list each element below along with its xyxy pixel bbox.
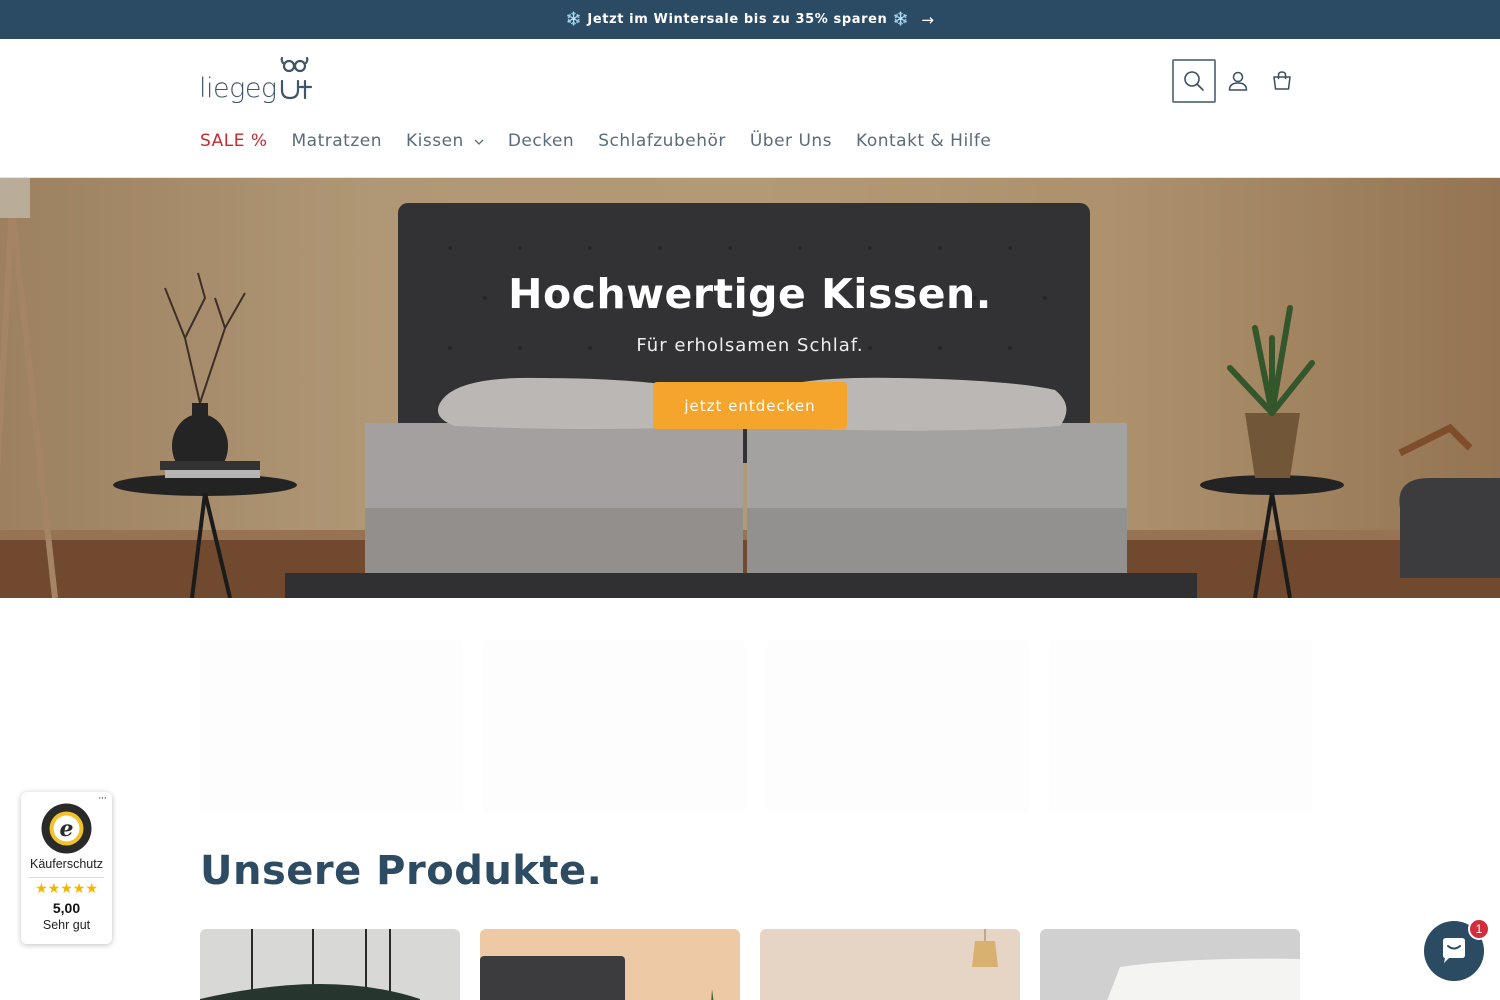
product-card[interactable] — [1040, 929, 1300, 1000]
cart-button[interactable] — [1260, 59, 1304, 103]
placeholder-card — [1049, 640, 1312, 812]
hero-title: Hochwertige Kissen. — [508, 270, 992, 318]
placeholder-card — [766, 640, 1029, 812]
product-image — [760, 929, 1020, 1000]
chat-bubble-icon — [1443, 938, 1465, 963]
hero-banner: Hochwertige Kissen. Für erholsamen Schla… — [0, 178, 1500, 598]
products-title: Unsere Produkte. — [200, 848, 603, 894]
more-icon[interactable]: ··· — [98, 792, 107, 804]
product-image — [200, 929, 460, 1000]
arrow-right-icon[interactable]: → — [921, 11, 934, 29]
main-nav: SALE % Matratzen Kissen Decken Schlafzub… — [200, 131, 1015, 151]
nav-item-sale[interactable]: SALE % — [200, 131, 268, 151]
product-card[interactable] — [480, 929, 740, 1000]
account-icon — [1228, 71, 1248, 91]
cart-icon — [1273, 71, 1291, 90]
nav-item-ueber-uns[interactable]: Über Uns — [750, 131, 832, 151]
nav-item-kontakt-hilfe[interactable]: Kontakt & Hilfe — [856, 131, 991, 151]
nav-item-kissen-label: Kissen — [406, 131, 464, 151]
product-image — [1040, 929, 1300, 1000]
trusted-shops-seal-icon: e — [41, 803, 92, 854]
search-button[interactable] — [1172, 59, 1216, 103]
placeholder-card — [200, 640, 463, 812]
announcement-text[interactable]: ❄️ Jetzt im Wintersale bis zu 35% sparen… — [565, 12, 909, 27]
chevron-down-icon — [474, 139, 484, 145]
product-grid — [200, 929, 1300, 1000]
hero-subtitle: Für erholsamen Schlaf. — [636, 335, 864, 356]
search-icon — [1184, 71, 1204, 91]
account-button[interactable] — [1216, 59, 1260, 103]
logo-text: liegeg — [199, 73, 277, 104]
seal-letter: e — [60, 816, 74, 842]
divider — [29, 877, 104, 878]
nav-item-decken[interactable]: Decken — [508, 131, 574, 151]
logo[interactable]: liegeg — [199, 57, 323, 105]
header-actions — [1172, 59, 1304, 103]
site-header: liegeg SALE % Matratzen Kissen Decken Sc… — [0, 39, 1500, 178]
chat-notification-badge: 1 — [1468, 918, 1490, 940]
nav-item-kissen[interactable]: Kissen — [406, 131, 484, 151]
announcement-bar[interactable]: ❄️ Jetzt im Wintersale bis zu 35% sparen… — [0, 0, 1500, 39]
rating-score: 5,00 — [52, 900, 81, 916]
product-card[interactable] — [200, 929, 460, 1000]
nav-item-schlafzubehoer[interactable]: Schlafzubehör — [598, 131, 726, 151]
nav-item-matratzen[interactable]: Matratzen — [292, 131, 382, 151]
buyer-protection-label: Käuferschutz — [30, 857, 103, 871]
placeholder-card — [483, 640, 746, 812]
rating-stars-icon: ★★★★★ — [35, 880, 98, 896]
discover-button[interactable]: jetzt entdecken — [653, 382, 847, 429]
rating-grade: Sehr gut — [42, 918, 91, 932]
trusted-shops-badge[interactable]: ··· e Käuferschutz ★★★★★ 5,00 Sehr gut — [21, 792, 112, 944]
product-card[interactable] — [760, 929, 1020, 1000]
product-image — [480, 929, 740, 1000]
owl-logo-icon — [280, 57, 313, 100]
feature-placeholders — [200, 640, 1312, 812]
